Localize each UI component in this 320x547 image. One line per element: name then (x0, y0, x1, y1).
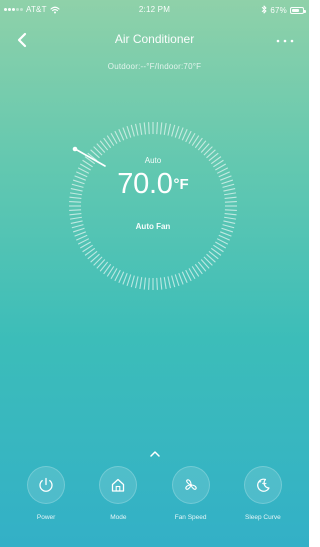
dial-tick (163, 122, 167, 135)
dial-tick (178, 127, 184, 139)
dial-tick (174, 274, 180, 287)
dial-tick (181, 129, 188, 141)
temperature-value: 70.0 (117, 168, 173, 200)
dial-tick (156, 122, 158, 135)
dial-tick (135, 276, 139, 289)
fan-speed-circle (171, 466, 210, 504)
temperature-dial[interactable]: Auto 70.0°F Auto Fan (63, 116, 243, 296)
sleep-curve-button[interactable]: Sleep Curve (233, 466, 293, 536)
dial-tick (76, 234, 88, 241)
dial-tick (130, 124, 135, 137)
dial-tick (143, 277, 147, 290)
dial-tick (224, 216, 237, 220)
dial-tick (171, 124, 176, 137)
dial-tick (174, 125, 180, 138)
fan-speed-button[interactable]: Fan Speed (161, 466, 221, 536)
battery-icon (290, 7, 306, 14)
sleep-curve-label: Sleep Curve (244, 514, 281, 521)
outdoor-indoor-temperature: Outdoor:--°F/Indoor:70°F (107, 62, 202, 71)
battery-fill (292, 9, 300, 12)
dial-tick (122, 273, 128, 285)
sleep-curve-circle (243, 466, 282, 504)
dial-tick (224, 201, 237, 203)
dial-tick (69, 201, 82, 203)
temperature-unit: °F (173, 176, 189, 193)
dial-tick (143, 122, 147, 135)
dial-tick (74, 231, 86, 237)
dial-tick (114, 269, 121, 282)
home-icon (112, 478, 125, 492)
dial-tick (148, 122, 150, 135)
dial-tick (181, 271, 188, 283)
status-right: 67% (261, 5, 306, 16)
dial-tick (118, 271, 125, 283)
dial-tick (171, 275, 176, 288)
dial-tick (224, 209, 237, 211)
dial-tick (126, 274, 132, 287)
dial-tick (114, 130, 121, 143)
dial-tick (118, 129, 125, 141)
dial-tick (224, 212, 237, 216)
bottom-controls: Power Mode Fan Speed Sleep Curve (0, 466, 309, 536)
chevron-up-icon (150, 451, 160, 457)
dial-tick (148, 277, 150, 290)
dial-tick (159, 122, 163, 135)
mode-button[interactable]: Mode (88, 466, 148, 536)
dial-tick (167, 123, 171, 136)
power-circle (27, 466, 66, 504)
battery-percent: 67% (270, 6, 287, 15)
dial-ring (69, 122, 237, 290)
air-conditioner-screen: AT&T 2:12 PM 67% Air Conditioner Outdoor… (0, 0, 309, 547)
more-dots-icon (276, 39, 294, 43)
dial-handle[interactable] (72, 146, 78, 152)
dial-mode-label: Auto (144, 156, 162, 165)
dial-tick (218, 234, 230, 241)
power-label: Power (36, 514, 56, 521)
dial-ticks (69, 122, 237, 290)
dial-tick (159, 277, 163, 290)
bluetooth-icon (261, 5, 267, 16)
moon-icon (256, 478, 270, 492)
dial-tick (163, 277, 167, 290)
power-icon (39, 477, 53, 492)
page-title: Air Conditioner (114, 32, 195, 46)
dial-tick (69, 209, 82, 211)
more-options-button[interactable] (273, 29, 297, 53)
power-button[interactable]: Power (16, 466, 76, 536)
dial-tick (156, 277, 158, 290)
dial-tick (185, 269, 192, 282)
dial-tick (216, 238, 229, 245)
temperature-display: 70.0°F (63, 170, 243, 199)
dial-tick (139, 122, 143, 135)
dial-tick (135, 123, 139, 136)
dial-tick (139, 277, 143, 290)
dial-tick (69, 216, 82, 220)
fan-mode-label: Auto Fan (135, 222, 171, 231)
dial-tick (178, 273, 184, 285)
dial-tick (220, 231, 232, 237)
dial-tick (69, 212, 82, 216)
fan-speed-label: Fan Speed (174, 514, 207, 521)
mode-circle (99, 466, 138, 504)
expand-controls-button[interactable] (145, 448, 165, 460)
mode-label: Mode (110, 514, 127, 521)
dial-tick (167, 276, 171, 289)
fan-icon (184, 479, 197, 490)
dial-tick (185, 130, 192, 143)
dial-tick (77, 238, 90, 245)
dial-tick (130, 275, 135, 288)
dial-tick (126, 125, 132, 138)
nav-bar: Air Conditioner (0, 22, 309, 56)
dial-tick (122, 127, 128, 139)
status-bar: AT&T 2:12 PM 67% (0, 0, 309, 20)
